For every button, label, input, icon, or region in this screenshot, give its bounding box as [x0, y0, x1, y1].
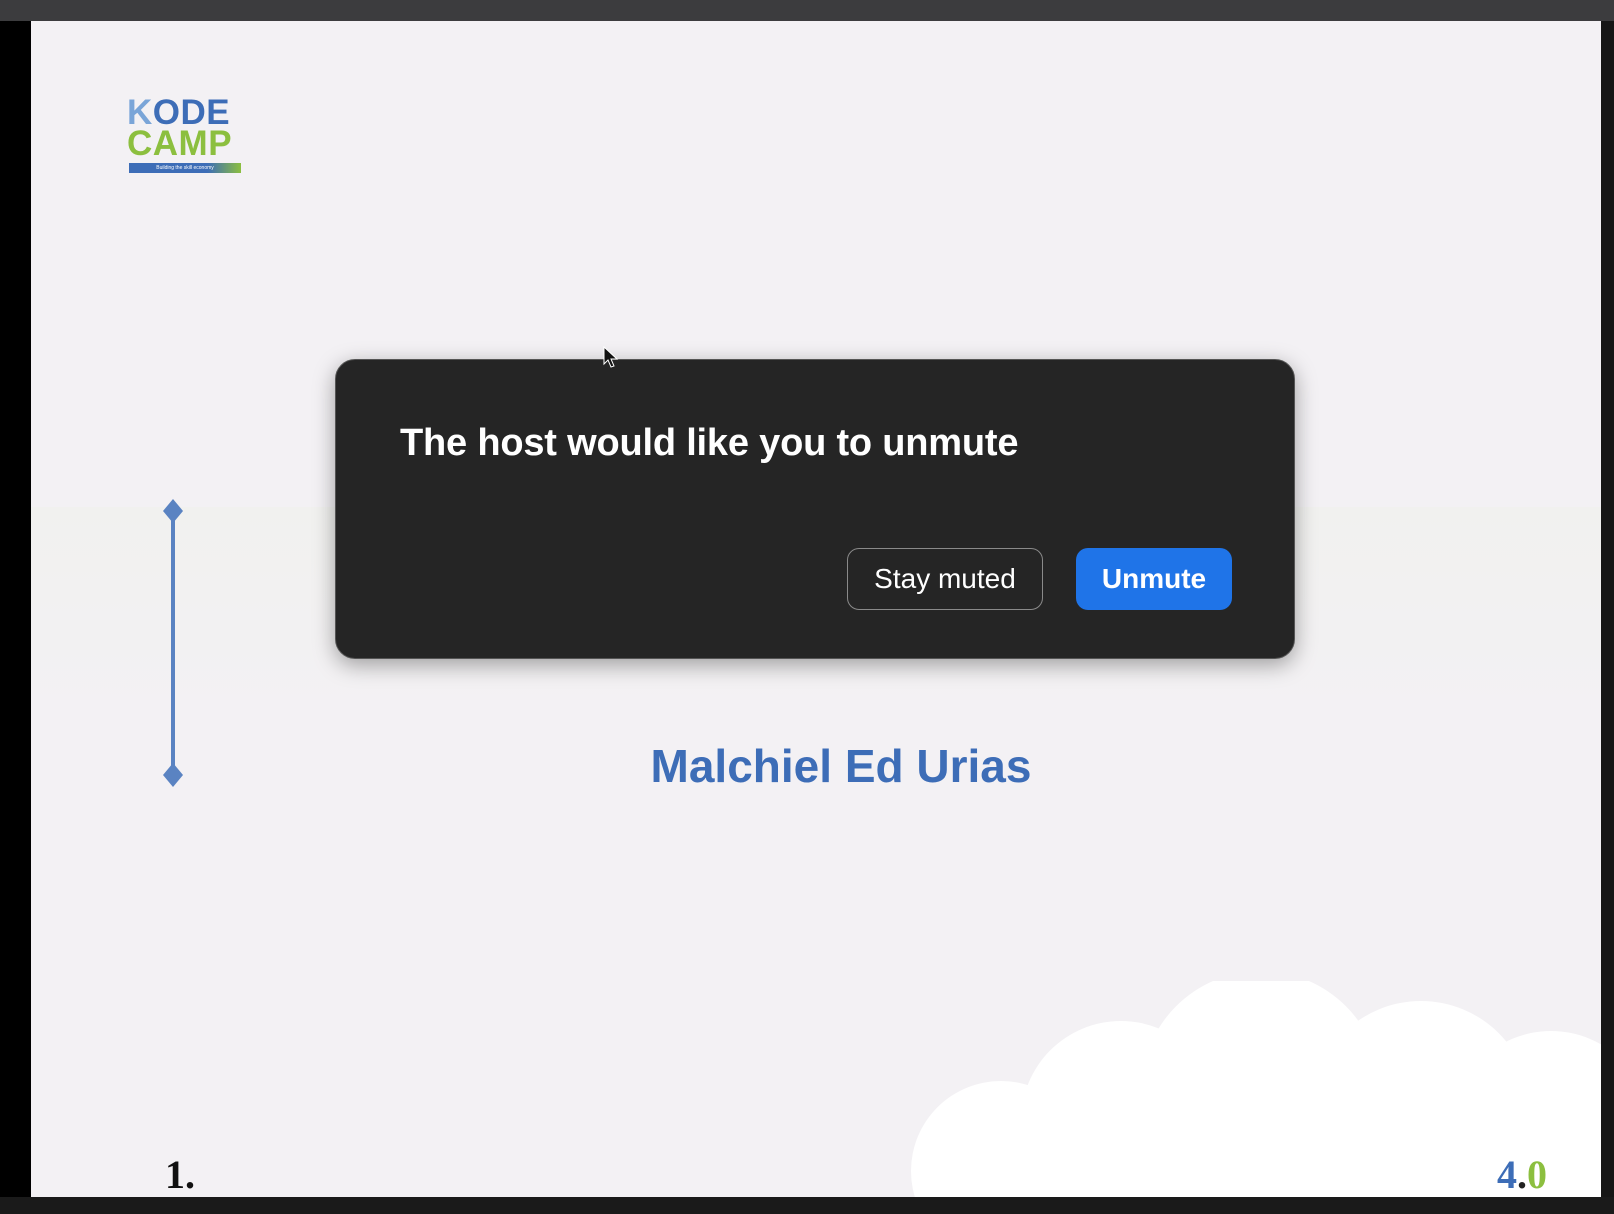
- kodecamp-logo: KODE CAMP Building the skill economy: [127, 95, 251, 183]
- timeline-decoration: [163, 499, 183, 787]
- presenter-name: Malchiel Ed Urias: [650, 740, 1032, 792]
- timeline-bottom-diamond: [163, 763, 183, 787]
- stay-muted-button[interactable]: Stay muted: [847, 548, 1043, 610]
- logo-tagline-strip: Building the skill economy: [129, 163, 241, 173]
- slide-page-number: 1.: [165, 1152, 195, 1197]
- window-bottom-bar: [0, 1197, 1614, 1214]
- logo-tagline: Building the skill economy: [156, 165, 214, 171]
- unmute-request-dialog: The host would like you to unmute Stay m…: [335, 359, 1295, 659]
- unmute-button[interactable]: Unmute: [1076, 548, 1232, 610]
- slide-version: 4.0: [1497, 1151, 1547, 1197]
- version-minor: 0: [1527, 1152, 1547, 1197]
- window-right-edge: [1601, 21, 1614, 1197]
- version-dot: .: [1517, 1152, 1527, 1197]
- mouse-pointer-icon: [603, 346, 619, 368]
- cloud-decoration: [911, 981, 1601, 1197]
- timeline-line: [171, 513, 175, 775]
- logo-line-camp: CAMP: [127, 124, 233, 163]
- version-major: 4: [1497, 1152, 1517, 1197]
- window-top-bar: [0, 0, 1614, 21]
- dialog-title: The host would like you to unmute: [400, 422, 1019, 464]
